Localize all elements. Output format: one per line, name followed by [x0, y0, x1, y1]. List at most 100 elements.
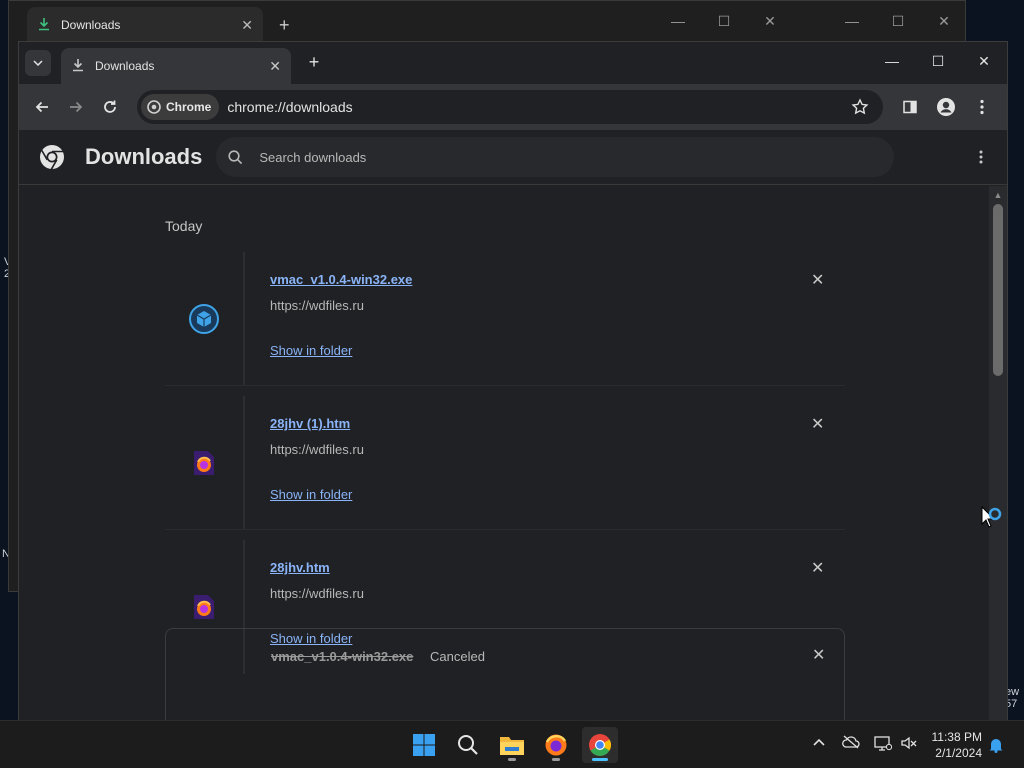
reload-button[interactable]	[95, 92, 125, 122]
browser-toolbar: Chrome chrome://downloads	[19, 84, 1007, 130]
minimize-icon[interactable]: —	[655, 7, 701, 35]
new-tab-button[interactable]: +	[303, 51, 325, 73]
file-name-link[interactable]: vmac_v1.0.4-win32.exe	[270, 272, 412, 287]
profile-button[interactable]	[931, 92, 961, 122]
date-group-heading: Today	[165, 218, 203, 234]
page-title: Downloads	[85, 144, 203, 169]
more-vert-icon	[979, 150, 983, 164]
firefox-file-icon	[194, 595, 214, 619]
chrome-button[interactable]	[582, 727, 618, 763]
scrollbar-thumb[interactable]	[993, 204, 1003, 376]
download-icon	[71, 58, 85, 75]
show-in-folder-link[interactable]: Show in folder	[270, 487, 352, 502]
show-in-folder-link[interactable]: Show in folder	[270, 343, 352, 358]
volume-tray-icon[interactable]	[900, 735, 918, 751]
side-panel-icon	[903, 100, 917, 114]
chrome-icon	[147, 100, 161, 114]
background-window-controls-2: — ☐ ✕	[829, 7, 967, 35]
minimize-icon[interactable]: —	[869, 42, 915, 80]
canceled-download-item: vmac_v1.0.4-win32.exe Canceled ✕	[165, 628, 845, 720]
arrow-right-icon	[70, 101, 83, 113]
file-name-link[interactable]: 28jhv (1).htm	[270, 416, 350, 431]
remove-icon[interactable]: ✕	[811, 558, 824, 578]
taskbar-search-button[interactable]	[450, 727, 486, 763]
background-tab[interactable]: Downloads ✕	[27, 7, 263, 43]
remove-icon[interactable]: ✕	[811, 270, 824, 290]
bookmark-star-icon[interactable]	[851, 98, 869, 116]
downloads-page: Downloads Today vmac_v1.0.4-win32	[19, 130, 1007, 720]
url-text[interactable]: chrome://downloads	[227, 99, 352, 115]
close-tab-icon[interactable]: ✕	[269, 58, 281, 75]
reload-icon	[104, 100, 116, 113]
network-tray-icon[interactable]	[874, 735, 892, 751]
minimize-icon[interactable]: —	[829, 7, 875, 35]
arrow-left-icon	[35, 101, 48, 113]
search-input[interactable]	[259, 149, 820, 165]
firefox-button[interactable]	[538, 727, 574, 763]
tab-strip: Downloads ✕ + — ☐ ✕	[19, 42, 1007, 84]
maximize-icon[interactable]: ☐	[875, 7, 921, 35]
close-tab-icon[interactable]: ✕	[241, 17, 253, 34]
running-indicator	[552, 758, 560, 761]
background-tab-title: Downloads	[61, 18, 121, 32]
tab-downloads[interactable]: Downloads ✕	[61, 48, 291, 84]
window-controls: — ☐ ✕	[869, 42, 1007, 80]
file-icon-column	[165, 396, 245, 530]
search-icon	[458, 735, 478, 755]
forward-button[interactable]	[61, 92, 91, 122]
side-panel-button[interactable]	[895, 92, 925, 122]
search-box[interactable]	[216, 137, 895, 177]
running-indicator	[592, 758, 608, 761]
source-url[interactable]: https://wdfiles.ru	[270, 586, 364, 601]
download-icon	[37, 17, 51, 34]
busy-cursor-icon	[981, 506, 1002, 528]
scroll-up-arrow-icon[interactable]: ▲	[993, 190, 1003, 200]
firefox-file-icon	[194, 451, 214, 475]
file-icon-column	[165, 252, 245, 386]
address-bar[interactable]: Chrome chrome://downloads	[137, 90, 883, 124]
profile-icon	[937, 98, 955, 116]
chip-label: Chrome	[166, 100, 212, 114]
close-icon[interactable]: ✕	[921, 7, 967, 35]
maximize-icon[interactable]: ☐	[915, 42, 961, 80]
download-item: 28jhv (1).htm https://wdfiles.ru Show in…	[165, 396, 845, 530]
browser-menu-button[interactable]	[967, 92, 997, 122]
onedrive-tray-icon[interactable]	[842, 735, 860, 749]
system-clock[interactable]: 11:38 PM 2/1/2024	[932, 729, 982, 761]
divider	[165, 385, 845, 386]
notifications-button[interactable]	[988, 737, 1004, 753]
new-tab-button[interactable]: +	[279, 15, 290, 36]
show-hidden-icons-button[interactable]	[812, 735, 826, 749]
folder-icon	[500, 737, 524, 755]
tab-title: Downloads	[95, 59, 155, 73]
source-url[interactable]: https://wdfiles.ru	[270, 442, 364, 457]
background-window-controls-1: — ☐ ✕	[655, 7, 793, 35]
start-button[interactable]	[406, 727, 442, 763]
download-item: vmac_v1.0.4-win32.exe https://wdfiles.ru…	[165, 252, 845, 386]
tab-search-button[interactable]	[25, 50, 51, 76]
download-status: Canceled	[430, 649, 485, 664]
remove-icon[interactable]: ✕	[811, 414, 824, 434]
close-icon[interactable]: ✕	[747, 7, 793, 35]
more-vert-icon	[980, 99, 984, 115]
downloads-menu-button[interactable]	[979, 150, 983, 164]
maximize-icon[interactable]: ☐	[701, 7, 747, 35]
scrollbar[interactable]: ▲	[989, 186, 1007, 720]
package-icon	[189, 304, 219, 334]
page-header: Downloads	[19, 130, 1007, 185]
file-explorer-button[interactable]	[494, 727, 530, 763]
remove-icon[interactable]: ✕	[812, 645, 825, 665]
downloads-list: Today vmac_v1.0.4-win32.exe https://wdfi…	[19, 186, 989, 720]
taskbar: 11:38 PM 2/1/2024	[0, 720, 1024, 768]
browser-window: Downloads ✕ + — ☐ ✕ Chrome chrome://down…	[18, 41, 1008, 721]
source-url[interactable]: https://wdfiles.ru	[270, 298, 364, 313]
windows-logo-icon	[413, 734, 435, 756]
file-name-link[interactable]: 28jhv.htm	[270, 560, 330, 575]
clock-date: 2/1/2024	[935, 746, 982, 760]
back-button[interactable]	[27, 92, 57, 122]
network-icon	[874, 736, 892, 751]
site-info-chip[interactable]: Chrome	[141, 94, 220, 120]
canceled-file-name: vmac_v1.0.4-win32.exe	[271, 649, 414, 664]
divider	[165, 529, 845, 530]
close-icon[interactable]: ✕	[961, 42, 1007, 80]
